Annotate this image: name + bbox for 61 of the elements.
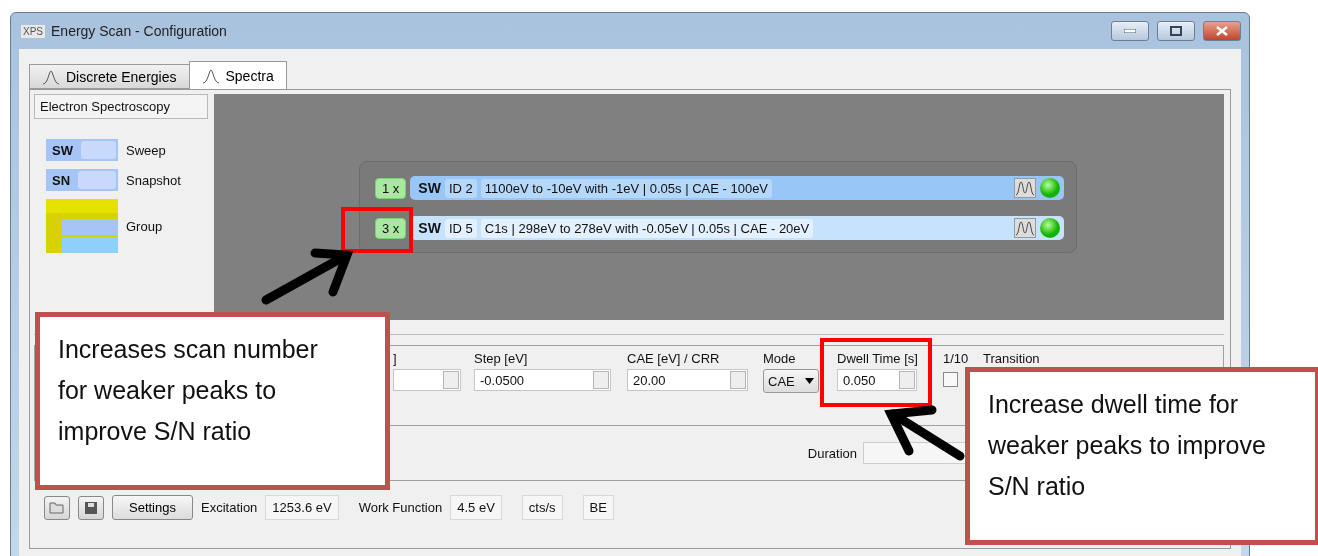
mode-dropdown[interactable]: CAE [763,369,819,393]
scan-description: 1100eV to -10eV with -1eV | 0.05s | CAE - 100eV [480,178,773,198]
field-label: Step [eV] [474,351,529,366]
minimize-button[interactable] [1111,21,1149,41]
spectrum-icon[interactable] [1014,218,1036,238]
scan-type: SW [418,220,441,236]
close-icon [1216,26,1228,36]
duration-label: Duration [807,445,857,461]
maximize-icon [1170,26,1182,36]
scan-row[interactable]: SW ID 2 1100eV to -10eV with -1eV | 0.05s | CAE - 100eV [410,176,1064,200]
scan-id: ID 2 [444,178,477,198]
checkbox[interactable] [943,372,958,387]
settings-button[interactable]: Settings [112,495,193,520]
field-label: ] [393,351,398,366]
minimize-icon [1124,29,1136,33]
unit-toggle[interactable]: cts/s [521,495,563,520]
legend-label: Sweep [126,142,166,158]
window-title: Energy Scan - Configuration [51,23,228,39]
peak-icon [201,67,220,84]
field-label: Transition [983,351,1041,366]
work-function-label: Work Function [358,500,443,515]
close-button[interactable] [1203,21,1241,41]
scan-row[interactable]: SW ID 5 C1s | 298eV to 278eV with -0.05eV | 0.05s | CAE - 20eV [410,216,1064,240]
repeat-count[interactable]: 3 x [375,217,407,239]
spin-field[interactable]: -0.0500 [474,369,611,391]
status-dot-icon [1040,218,1060,238]
scan-type-chip: SW [46,139,118,161]
scan-id: ID 5 [444,218,477,238]
spin-field[interactable]: 20.00 [627,369,748,391]
caret-icon [805,378,814,384]
app-badge: XPS [21,24,45,38]
peak-icon [42,68,60,85]
field-label: CAE [eV] / CRR [627,351,721,366]
annotation-callout: Increase dwell time for weaker peaks to improve S/N ratio [965,367,1318,545]
scan-type: SW [418,180,441,196]
work-function-value: 4.5 eV [450,495,502,520]
folder-icon [49,501,65,514]
field-label: Dwell Time [s] [837,351,919,366]
spectrum-icon[interactable] [1014,178,1036,198]
sidebar-header: Electron Spectroscopy [34,94,208,119]
repeat-count[interactable]: 1 x [375,177,407,199]
status-dot-icon [1040,178,1060,198]
scan-type-chip: SN [46,169,118,191]
scan-description: C1s | 298eV to 278eV with -0.05eV | 0.05s | CAE - 20eV [480,218,814,238]
legend-label: Snapshot [126,172,181,188]
spin-field[interactable]: 0.050 [837,369,917,391]
open-folder-button[interactable] [44,495,70,520]
field-label: Mode [763,351,797,366]
group-swatch [46,199,118,253]
annotation-callout: Increases scan number for weaker peaks to improve S/N ratio [35,312,390,490]
excitation-label: Excitation [201,500,258,515]
spin-field[interactable] [393,369,461,391]
excitation-value: 1253.6 eV [265,495,339,520]
tab[interactable]: Spectra [188,61,287,89]
legend-label: Group [126,218,163,234]
save-button[interactable] [78,495,104,520]
tab[interactable]: Discrete Energies [29,64,190,89]
maximize-button[interactable] [1157,21,1195,41]
field-label: 1/10 [943,351,970,366]
scale-toggle[interactable]: BE [582,495,614,520]
highlight-frame [341,207,413,253]
